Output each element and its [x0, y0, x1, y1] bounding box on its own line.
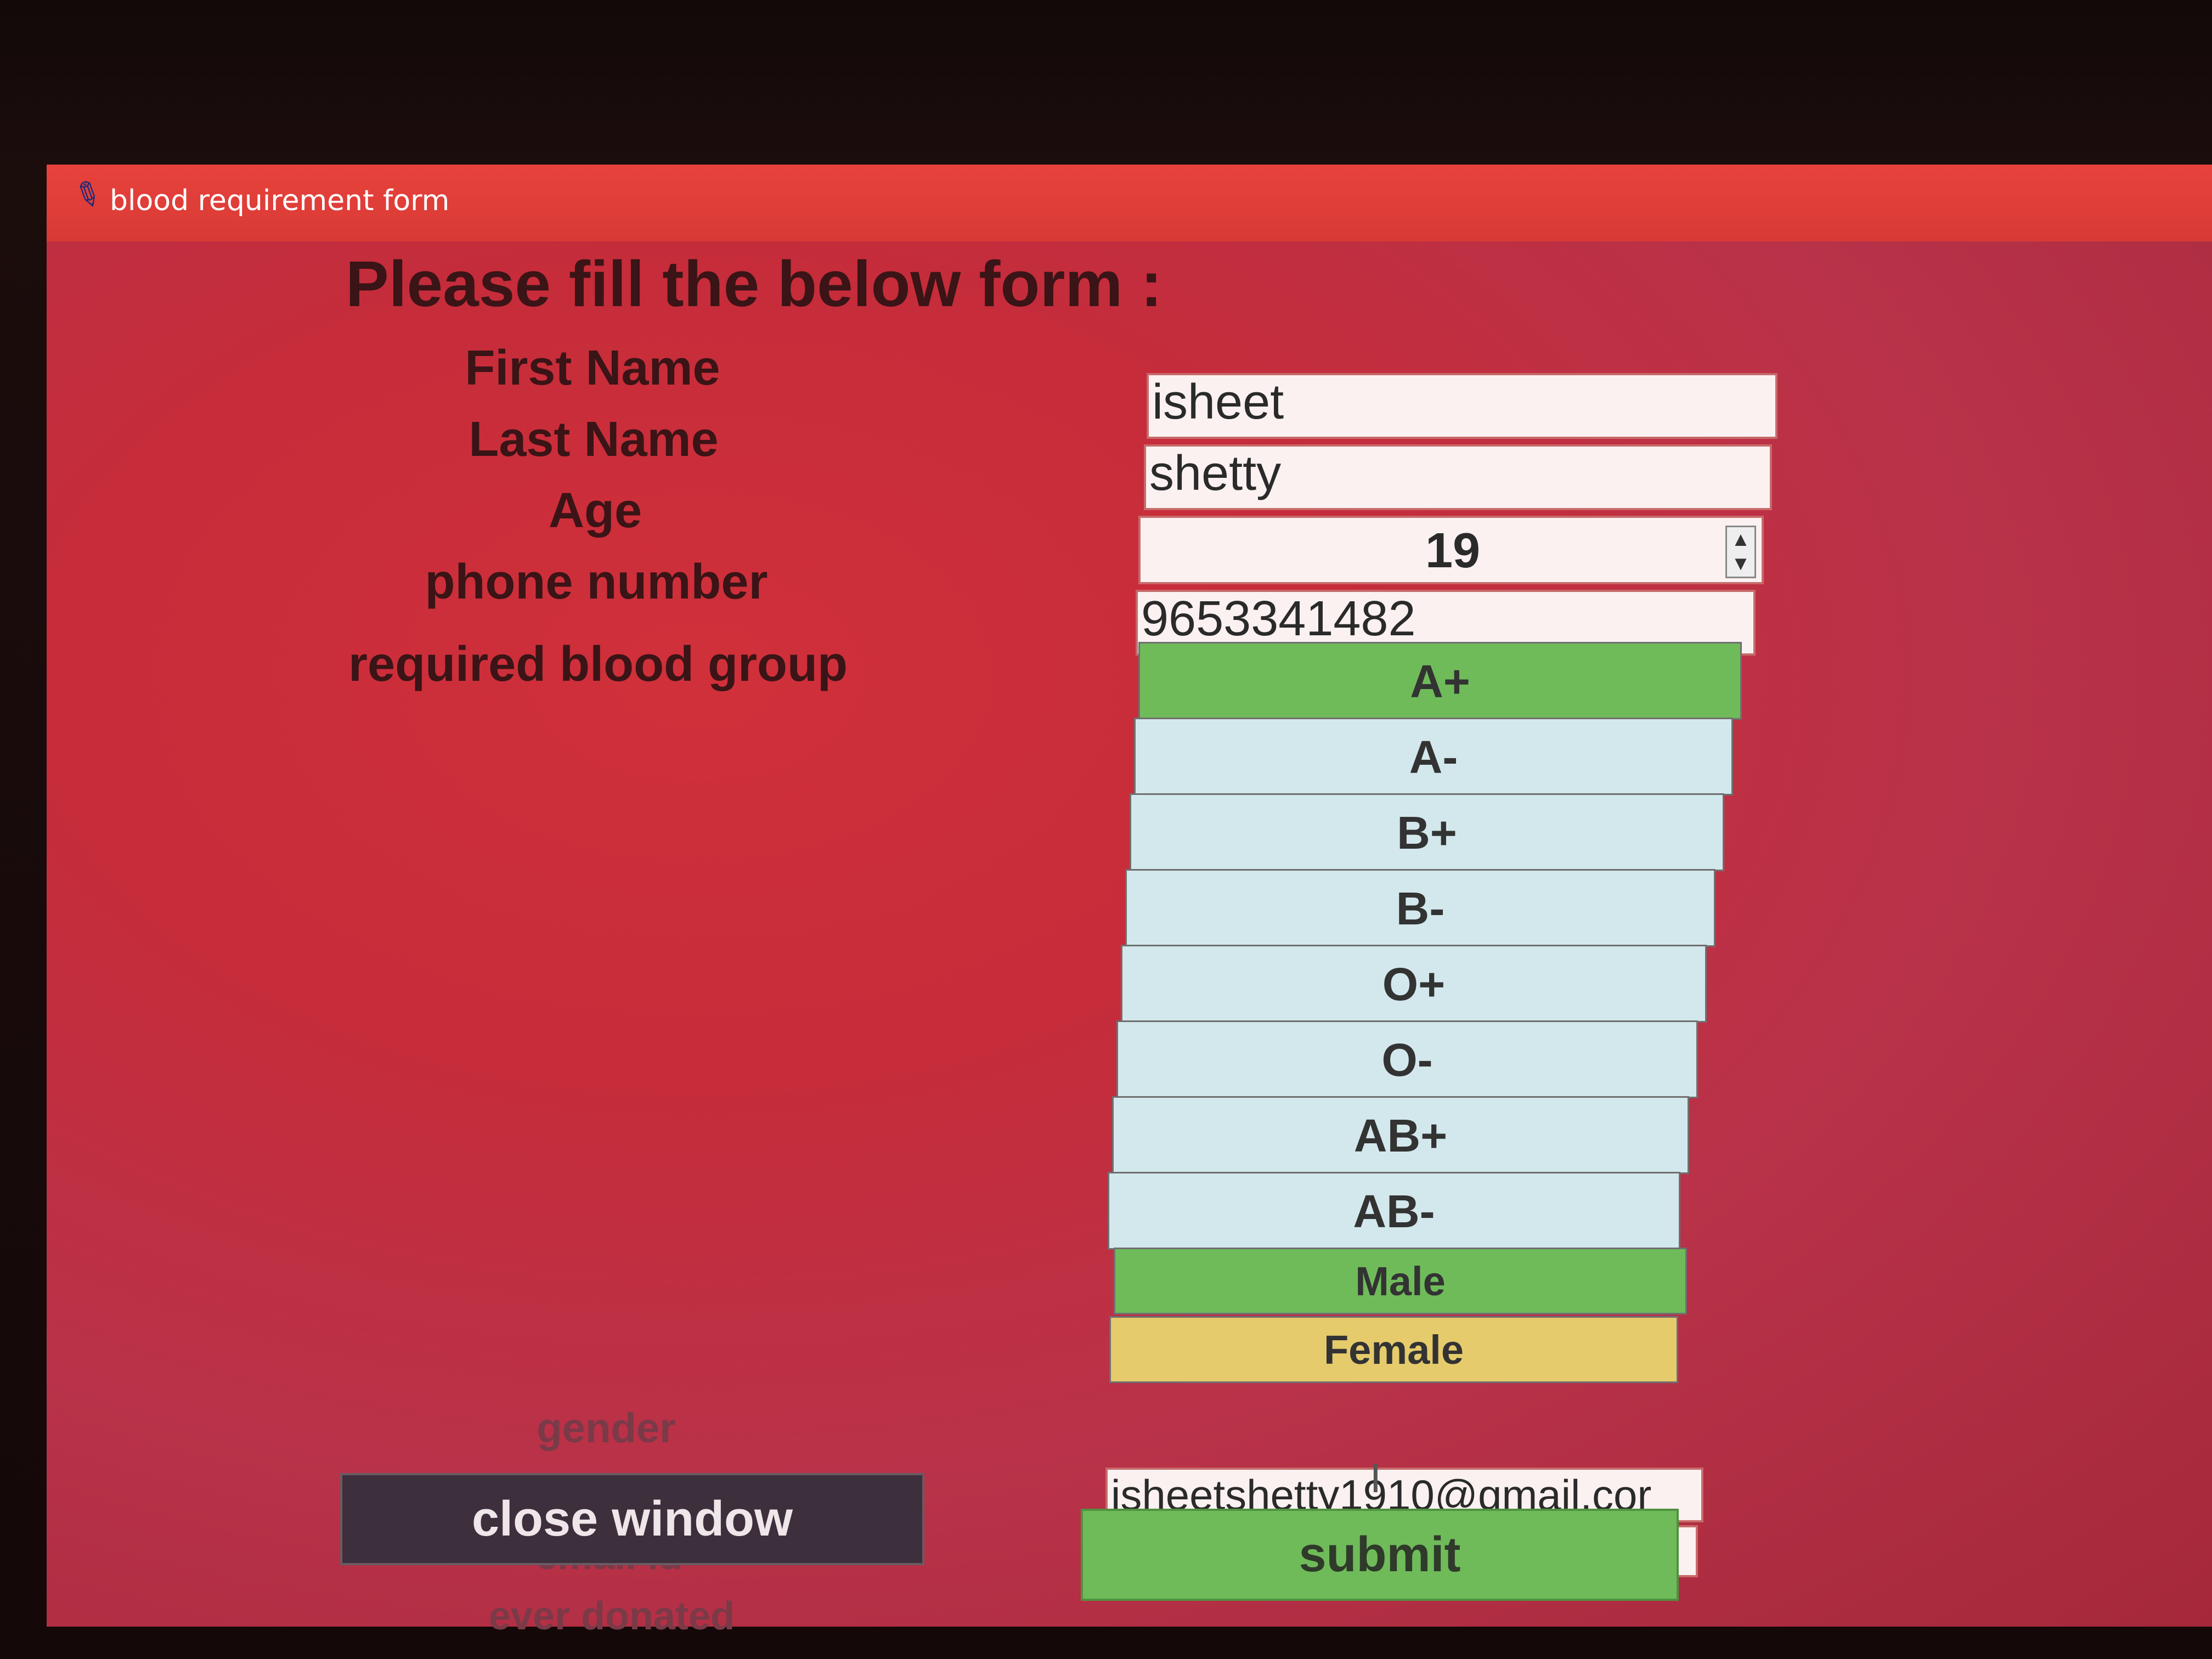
ibeam-cursor-icon: I: [1370, 1457, 1381, 1502]
form-heading: Please fill the below form :: [346, 248, 1163, 320]
spin-arrows-icon[interactable]: ▲ ▼: [1725, 526, 1756, 578]
age-label: Age: [548, 483, 642, 538]
feather-icon: ✎: [67, 172, 109, 218]
blood-group-option[interactable]: O+: [1121, 945, 1707, 1023]
age-value: 19: [1425, 523, 1481, 578]
last-name-label: Last Name: [469, 412, 719, 467]
submit-button[interactable]: submit: [1081, 1509, 1679, 1601]
blood-group-option[interactable]: A+: [1138, 642, 1742, 720]
gender-option-male[interactable]: Male: [1114, 1248, 1687, 1314]
ever-donated-label: ever donated: [488, 1594, 735, 1638]
first-name-label: First Name: [465, 341, 720, 396]
phone-number-label: phone number: [425, 555, 768, 610]
close-window-button[interactable]: close window: [340, 1473, 924, 1565]
window-title: blood requirement form: [110, 184, 450, 217]
age-spinbox[interactable]: 19 ▲ ▼: [1138, 516, 1764, 584]
monitor-screen: ✎ blood requirement form Please fill the…: [0, 0, 2212, 1659]
blood-group-label: required blood group: [348, 637, 848, 692]
blood-group-option[interactable]: B+: [1130, 793, 1724, 871]
title-bar[interactable]: ✎ blood requirement form: [47, 165, 2212, 241]
gender-label: gender: [537, 1405, 676, 1452]
gender-option-female[interactable]: Female: [1109, 1316, 1678, 1383]
blood-group-option[interactable]: AB+: [1112, 1096, 1689, 1174]
blood-group-option[interactable]: A-: [1134, 718, 1733, 795]
blood-group-option[interactable]: B-: [1125, 869, 1716, 947]
blood-group-option[interactable]: AB-: [1108, 1172, 1680, 1250]
last-name-field[interactable]: shetty: [1144, 444, 1772, 510]
blood-group-option[interactable]: O-: [1116, 1020, 1698, 1098]
app-window: ✎ blood requirement form Please fill the…: [47, 165, 2212, 1638]
first-name-field[interactable]: isheet: [1147, 373, 1778, 439]
